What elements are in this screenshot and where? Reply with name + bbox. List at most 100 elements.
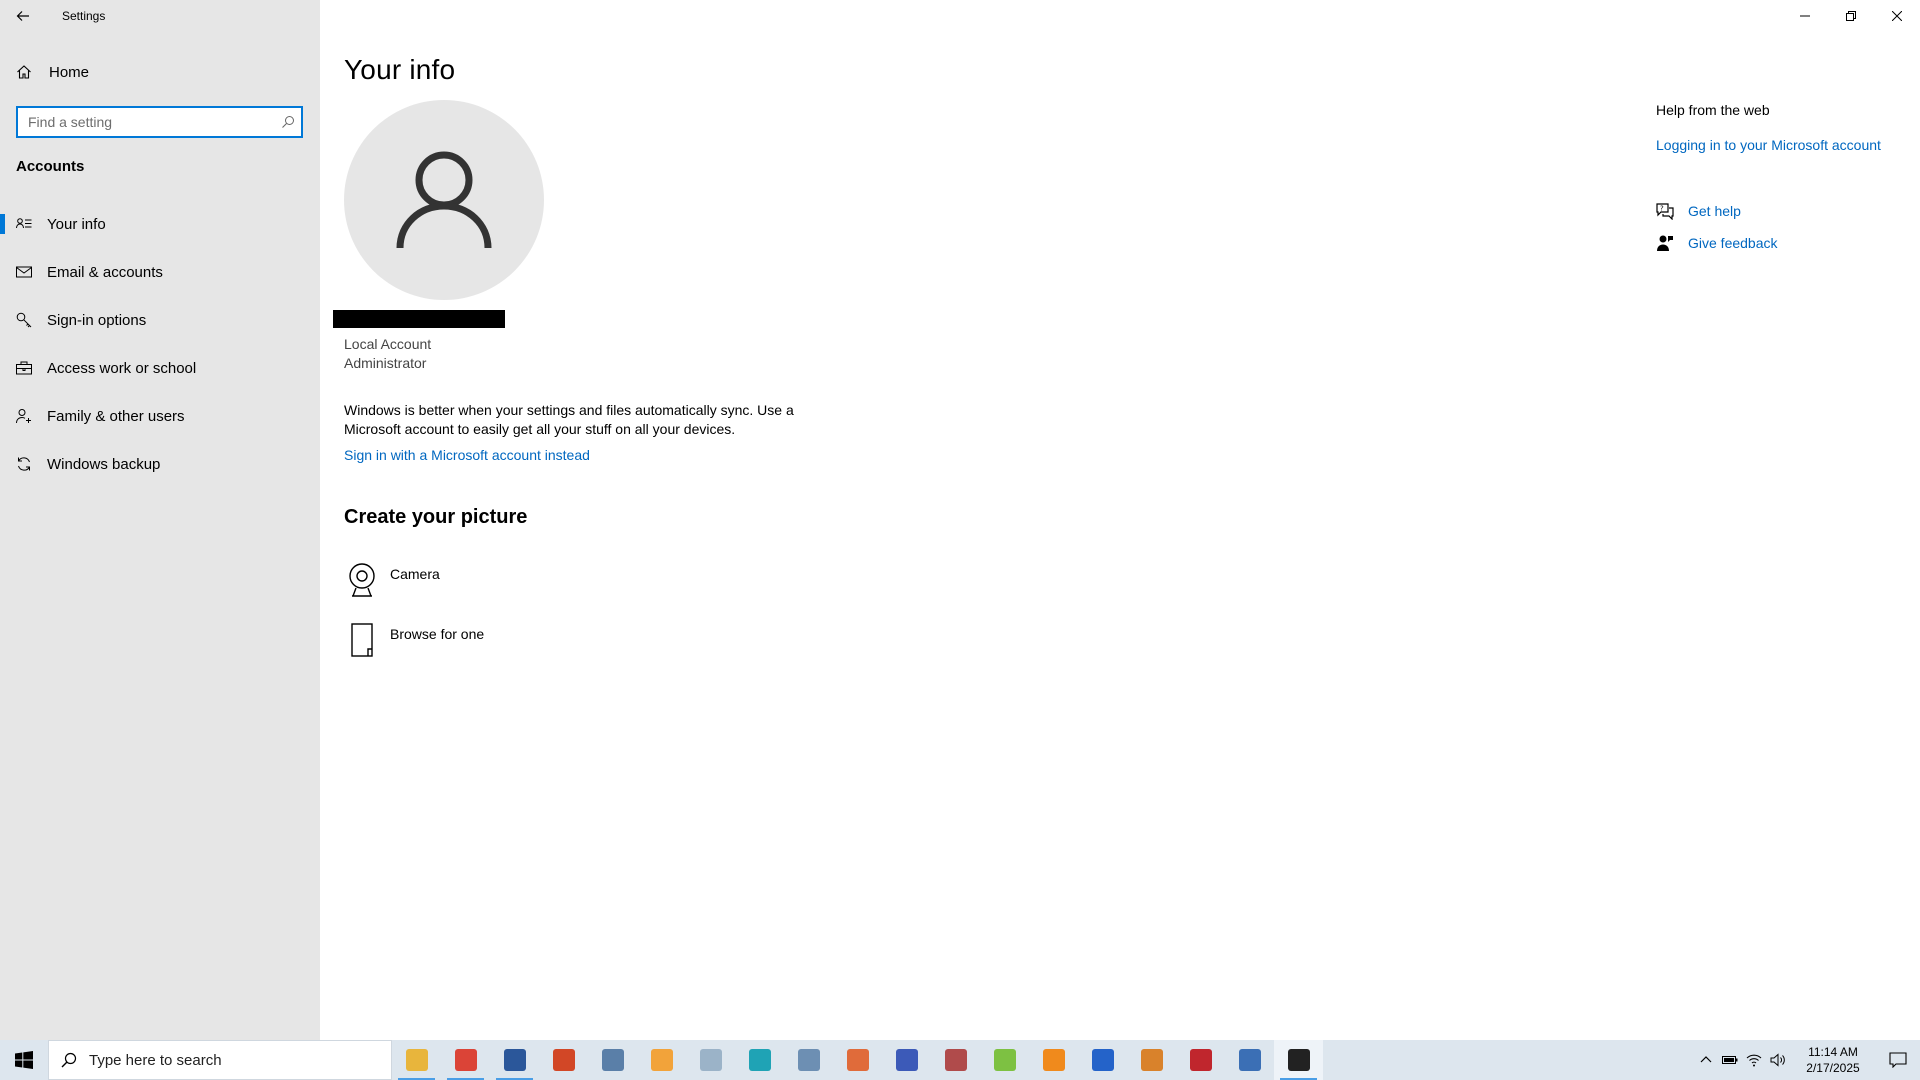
vlc-icon (1042, 1049, 1065, 1071)
taskbar-app-app-pen[interactable] (1225, 1040, 1274, 1080)
battery-icon (1722, 1056, 1738, 1064)
get-help-link[interactable]: ? Get help (1656, 202, 1741, 220)
person-list-icon (16, 218, 32, 229)
taskbar-app-word[interactable] (490, 1040, 539, 1080)
network-tray[interactable] (1742, 1040, 1766, 1080)
briefcase-icon (16, 361, 32, 375)
home-icon (17, 65, 31, 79)
taskbar-clock[interactable]: 11:14 AM 2/17/2025 (1798, 1044, 1868, 1076)
app-outlook-icon (944, 1049, 967, 1071)
camera-option[interactable]: Camera (344, 560, 440, 604)
search-icon[interactable] (281, 115, 295, 129)
taskbar-app-app-pdf[interactable] (1176, 1040, 1225, 1080)
file-explorer-icon (405, 1049, 428, 1071)
sidebar-item-windows-backup[interactable]: Windows backup (0, 440, 320, 488)
sidebar-item-family-other-users[interactable]: Family & other users (0, 392, 320, 440)
camera-label: Camera (390, 566, 440, 582)
start-button[interactable] (0, 1040, 48, 1080)
notification-icon (1889, 1052, 1907, 1068)
sidebar-item-label: Windows backup (47, 455, 161, 473)
sidebar-item-sign-in-options[interactable]: Sign-in options (0, 296, 320, 344)
sync-message: Windows is better when your settings and… (344, 402, 794, 437)
sidebar-item-label: Your info (47, 215, 106, 233)
taskbar-app-app-dictionary[interactable] (784, 1040, 833, 1080)
volume-tray[interactable] (1766, 1040, 1790, 1080)
clock-time: 11:14 AM (1808, 1045, 1858, 1059)
sidebar-item-label: Email & accounts (47, 263, 163, 281)
settings-search-input[interactable] (28, 114, 281, 130)
person-icon (396, 151, 492, 249)
taskbar-app-app-pencil[interactable] (686, 1040, 735, 1080)
sidebar-item-your-info[interactable]: Your info (0, 200, 320, 248)
action-center-button[interactable] (1876, 1040, 1920, 1080)
taskbar-search[interactable]: Type here to search (48, 1040, 392, 1080)
sidebar-item-email-accounts[interactable]: Email & accounts (0, 248, 320, 296)
taskbar: Type here to search 11:14 AM 2/17/2025 (0, 1040, 1920, 1080)
camera-icon (349, 563, 375, 597)
main-content: Your info Local Account Administrator Wi… (333, 0, 1584, 1040)
taskbar-app-app-teal[interactable] (735, 1040, 784, 1080)
avatar (344, 100, 544, 300)
app-title: Settings (62, 9, 106, 23)
help-web-link[interactable]: Logging in to your Microsoft account (1656, 137, 1881, 153)
taskbar-app-app-game[interactable] (882, 1040, 931, 1080)
give-feedback-link[interactable]: Give feedback (1656, 234, 1778, 252)
taskbar-app-app-green[interactable] (980, 1040, 1029, 1080)
feedback-icon (1657, 235, 1673, 251)
account-role: Administrator (344, 355, 427, 371)
system-tray: 11:14 AM 2/17/2025 (1694, 1040, 1920, 1080)
window-controls (1782, 0, 1920, 32)
app-game-icon (895, 1049, 918, 1071)
taskbar-search-label: Type here to search (89, 1051, 222, 1069)
sidebar-item-label: Access work or school (47, 359, 197, 377)
close-button[interactable] (1874, 0, 1920, 32)
username-redacted (333, 310, 505, 328)
sidebar-item-label: Sign-in options (47, 311, 147, 329)
chevron-up-icon (1700, 1056, 1712, 1063)
minimize-icon (1800, 15, 1810, 17)
taskbar-app-app-blue[interactable] (1078, 1040, 1127, 1080)
taskbar-app-powerpoint[interactable] (539, 1040, 588, 1080)
browse-icon-wrap (344, 620, 380, 660)
wifi-icon (1746, 1054, 1762, 1067)
account-type: Local Account (344, 336, 432, 352)
search-icon (61, 1052, 77, 1068)
taskbar-app-app-search[interactable] (1127, 1040, 1176, 1080)
chat-help-icon: ? (1656, 203, 1674, 220)
back-button[interactable] (0, 0, 46, 32)
help-title: Help from the web (1656, 102, 1770, 118)
sidebar-item-access-work-school[interactable]: Access work or school (0, 344, 320, 392)
sidebar-home[interactable]: Home (0, 56, 320, 88)
create-picture-heading: Create your picture (344, 506, 528, 528)
sidebar-home-label: Home (49, 63, 90, 81)
close-icon (1892, 11, 1902, 21)
signin-microsoft-link[interactable]: Sign in with a Microsoft account instead (344, 447, 590, 463)
app-orange-icon (650, 1049, 673, 1071)
app-dictionary-icon (797, 1049, 820, 1071)
taskbar-app-app-outlook[interactable] (931, 1040, 980, 1080)
browse-option[interactable]: Browse for one (344, 620, 484, 664)
calculator-icon (601, 1049, 624, 1071)
give-feedback-label: Give feedback (1688, 235, 1778, 251)
taskbar-app-calculator[interactable] (588, 1040, 637, 1080)
taskbar-app-app-orange[interactable] (637, 1040, 686, 1080)
sidebar-nav: Your info Email & accounts Sign-in optio… (0, 200, 320, 488)
app-pdf-icon (1189, 1049, 1212, 1071)
svg-text:?: ? (1660, 205, 1664, 213)
restore-button[interactable] (1828, 0, 1874, 32)
taskbar-apps (392, 1040, 1323, 1080)
get-help-label: Get help (1688, 203, 1741, 219)
taskbar-app-vlc[interactable] (1029, 1040, 1078, 1080)
page-title: Your info (344, 54, 456, 85)
chrome-icon (454, 1049, 477, 1071)
camera-icon-wrap (344, 560, 380, 600)
taskbar-app-file-explorer[interactable] (392, 1040, 441, 1080)
taskbar-app-app-tools[interactable] (833, 1040, 882, 1080)
battery-tray[interactable] (1718, 1040, 1742, 1080)
minimize-button[interactable] (1782, 0, 1828, 32)
show-hidden-icons[interactable] (1694, 1040, 1718, 1080)
taskbar-app-chrome[interactable] (441, 1040, 490, 1080)
mail-icon (16, 266, 32, 278)
settings-search[interactable] (16, 106, 303, 138)
taskbar-app-settings[interactable] (1274, 1040, 1323, 1080)
